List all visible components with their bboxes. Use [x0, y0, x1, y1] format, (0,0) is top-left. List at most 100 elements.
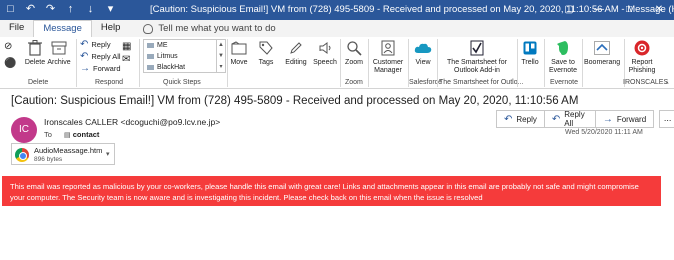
smartsheet-group-label: The Smartsheet for Outlo... [439, 79, 524, 86]
attachment-size: 896 bytes [34, 156, 63, 163]
boomerang-label: Boomerang [584, 59, 621, 66]
save-to-evernote-button[interactable]: Save to Evernote [546, 39, 580, 75]
archive-button[interactable]: Archive [46, 39, 72, 67]
delete-group-label: Delete [28, 79, 49, 86]
avatar: IC [11, 117, 37, 143]
respond-group-label: Respond [95, 79, 124, 86]
reply-all-arrow-icon: ↶ [551, 113, 561, 125]
save-to-evernote-label: Save to Evernote [548, 59, 578, 74]
pencil-icon [287, 39, 305, 57]
im-button[interactable]: ✉ [122, 54, 130, 65]
salesforce-cloud-icon [414, 39, 432, 57]
attachment-chip[interactable]: AudioMeassage.htm 896 bytes ▾ [11, 143, 115, 165]
forward-message-label: Forward [616, 114, 647, 124]
calendar-icon: ▦ [122, 41, 132, 52]
quick-step-item[interactable]: Litmus [144, 51, 216, 62]
undo-icon[interactable]: ↶ [24, 3, 37, 16]
evernote-group-label: Evernote [550, 79, 579, 86]
smartsheet-button[interactable]: The Smartsheet for Outlook Add-in [441, 39, 513, 75]
to-recipient[interactable]: contact [73, 130, 100, 139]
trello-label: Trello [521, 59, 539, 66]
attachment-name: AudioMeassage.htm [34, 146, 103, 155]
separator [139, 39, 140, 87]
quick-access-toolbar: □ ↶ ↷ ↑ ↓ ▾ [4, 3, 117, 16]
salesforce-view-button[interactable]: View [410, 39, 436, 67]
tags-label: Tags [258, 59, 274, 66]
chevron-down-icon[interactable]: ▾ [106, 150, 110, 158]
tell-me-text: Tell me what you want to do [158, 23, 276, 34]
down-arrow-icon[interactable]: ↓ [84, 3, 97, 16]
move-button[interactable]: Move [228, 39, 250, 67]
customize-toolbar-icon[interactable]: ▾ [104, 3, 117, 16]
tab-help[interactable]: Help [92, 20, 130, 37]
editing-button[interactable]: Editing [283, 39, 309, 67]
save-icon[interactable]: □ [4, 3, 17, 16]
separator [544, 39, 545, 87]
to-label: To [44, 130, 52, 139]
to-row: To ▤ contact [44, 130, 99, 139]
quick-steps-scroll[interactable]: ▲ ▼ ▾ [217, 39, 226, 73]
sender-address[interactable]: Ironscales CALLER <dcoguchi@po9.lcv.ne.j… [44, 117, 220, 127]
quick-step-item[interactable]: ME [144, 40, 216, 51]
title-bar: □ ↶ ↷ ↑ ↓ ▾ [Caution: Suspicious Email!]… [0, 0, 674, 20]
report-phishing-icon [633, 39, 651, 57]
minimize-icon[interactable]: — [584, 0, 614, 20]
ribbon: ⊘ ⚫ Delete Archive Delete ↶ Reply ↶ Repl… [0, 37, 674, 89]
received-date: Wed 5/20/2020 11:11 AM [565, 129, 643, 136]
separator [76, 39, 77, 87]
report-phishing-label: Report Phishing [628, 59, 656, 74]
reply-button[interactable]: ↶ Reply [80, 39, 111, 50]
warning-banner: This email was reported as malicious by … [2, 176, 661, 206]
window-controls: ▢ — □ ✕ [554, 0, 674, 20]
reply-all-icon: ↶ [80, 51, 89, 62]
close-icon[interactable]: ✕ [644, 0, 674, 20]
reply-message-button[interactable]: ↶ Reply [496, 110, 545, 128]
quick-step-item[interactable]: BlackHat [144, 62, 216, 73]
zoom-button[interactable]: Zoom [342, 39, 366, 67]
quick-steps-label: Quick Steps [163, 79, 201, 86]
forward-message-button[interactable]: → Forward [594, 110, 655, 128]
boomerang-button[interactable]: Boomerang [584, 39, 620, 67]
meeting-button[interactable]: ▦ [122, 41, 131, 52]
ignore-button[interactable]: ⊘ [4, 41, 12, 52]
tags-button[interactable]: Tags [254, 39, 278, 67]
quick-steps-gallery: ME Litmus BlackHat [143, 39, 217, 73]
junk-button[interactable]: ⚫ [4, 58, 16, 69]
reply-arrow-icon: ↶ [504, 113, 513, 125]
redo-icon[interactable]: ↷ [44, 3, 57, 16]
reply-all-button[interactable]: ↶ Reply All [80, 51, 121, 62]
magnifier-icon [345, 39, 363, 57]
move-folder-icon [230, 39, 248, 57]
separator [437, 39, 438, 87]
speech-label: Speech [313, 59, 337, 66]
delete-button[interactable]: Delete [24, 39, 46, 67]
tell-me-box[interactable]: Tell me what you want to do [143, 20, 276, 37]
trash-icon [26, 39, 44, 57]
ribbon-display-icon[interactable]: ▢ [554, 0, 584, 20]
customer-manager-label: Customer Manager [372, 59, 404, 74]
reply-all-message-label: Reply All [564, 110, 585, 128]
zoom-button-label: Zoom [345, 59, 363, 66]
trello-button[interactable]: Trello [518, 39, 542, 67]
ironscales-group-label: IRONSCALES [623, 79, 669, 86]
tab-message[interactable]: Message [33, 20, 92, 37]
more-actions-button[interactable]: ... [659, 110, 674, 128]
message-subject: [Caution: Suspicious Email!] VM from (72… [11, 95, 579, 107]
reply-all-message-button[interactable]: ↶ Reply All [543, 110, 596, 128]
maximize-icon[interactable]: □ [614, 0, 644, 20]
chrome-icon [15, 148, 29, 162]
collapse-ribbon-icon[interactable]: ⌃ [664, 81, 670, 89]
reply-all-label: Reply All [91, 52, 121, 61]
speech-button[interactable]: Speech [312, 39, 338, 67]
message-actions: ↶ Reply ↶ Reply All → Forward ... [496, 110, 674, 128]
forward-label: Forward [93, 64, 121, 73]
report-phishing-button[interactable]: Report Phishing [626, 39, 658, 75]
ignore-icon: ⊘ [4, 41, 13, 52]
zoom-group-label: Zoom [345, 79, 363, 86]
reply-label: Reply [91, 40, 111, 49]
tab-file[interactable]: File [0, 20, 33, 37]
lightbulb-icon [143, 23, 154, 34]
customer-manager-button[interactable]: Customer Manager [370, 39, 406, 75]
up-arrow-icon[interactable]: ↑ [64, 3, 77, 16]
forward-button[interactable]: → Forward [80, 63, 121, 74]
